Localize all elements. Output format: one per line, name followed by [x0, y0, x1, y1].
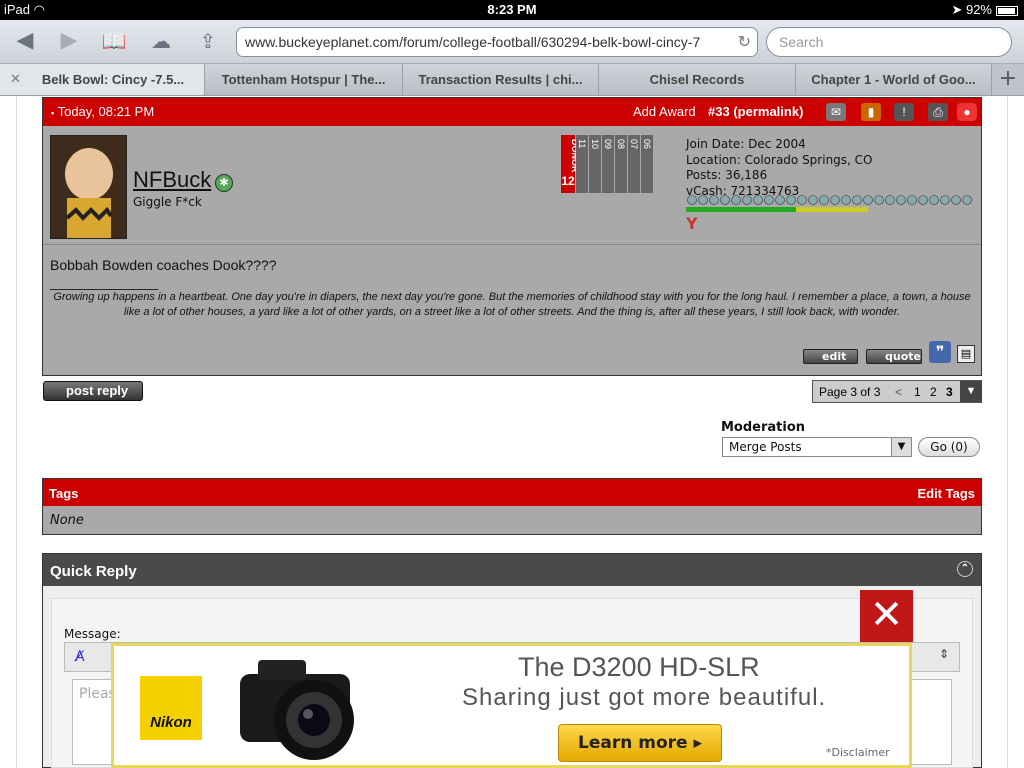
- post-message: Bobbah Bowden coaches Dook????: [50, 257, 277, 273]
- reputation-icons: Y: [686, 195, 972, 233]
- page-link-3[interactable]: 3: [946, 385, 953, 399]
- signature: Growing up happens in a heartbeat. One d…: [53, 291, 971, 318]
- tags-value: None: [50, 513, 84, 528]
- tab-tottenham[interactable]: Tottenham Hotspur | The...: [205, 64, 403, 95]
- moderate-icon[interactable]: ●: [957, 103, 977, 121]
- svg-text:Y: Y: [686, 214, 698, 233]
- share-icon[interactable]: ⇪: [193, 28, 223, 54]
- print-icon[interactable]: ⎙: [928, 103, 948, 121]
- tab-label: Belk Bowl: Cincy -7.5...: [41, 72, 185, 87]
- donor-year-current: 12: [561, 174, 575, 188]
- quick-reply-header: Quick Reply ⌃: [43, 554, 981, 586]
- donor-year: 10: [590, 139, 600, 149]
- icloud-tabs-icon[interactable]: ☁: [146, 28, 176, 54]
- close-tab-icon[interactable]: ✕: [10, 71, 21, 87]
- ad-disclaimer[interactable]: *Disclaimer: [826, 746, 890, 759]
- clock: 8:23 PM: [487, 2, 537, 17]
- tags-header: Tags Edit Tags: [43, 479, 981, 506]
- tab-belk-bowl[interactable]: ✕ Belk Bowl: Cincy -7.5...: [0, 64, 205, 95]
- permalink-link[interactable]: (permalink): [733, 104, 803, 119]
- page-menu-icon[interactable]: ▼: [960, 381, 982, 402]
- learn-more-button[interactable]: Learn more ▸: [558, 724, 722, 762]
- tags-panel: Tags Edit Tags None: [42, 478, 982, 535]
- page-navigation: Page 3 of 3 < 1 2 3 ▼: [812, 380, 982, 403]
- moderation-go-button[interactable]: Go (0): [918, 437, 980, 457]
- join-date: Join Date: Dec 2004: [686, 137, 806, 151]
- tab-label: Tottenham Hotspur | The...: [221, 72, 386, 87]
- username[interactable]: NFBuck: [133, 167, 211, 193]
- page-prev-link[interactable]: <: [895, 385, 902, 399]
- tab-bar: ✕ Belk Bowl: Cincy -7.5... Tottenham Hot…: [0, 64, 1024, 96]
- url-bar[interactable]: www.buckeyeplanet.com/forum/college-foot…: [236, 27, 758, 57]
- user-info: Join Date: Dec 2004 Location: Colorado S…: [686, 137, 873, 199]
- page-label: Page 3 of 3: [819, 385, 881, 399]
- post-count: Posts: 36,186: [686, 168, 768, 182]
- avatar-image: [51, 136, 126, 238]
- location: Location: Colorado Springs, CO: [686, 152, 873, 167]
- tab-label: Chisel Records: [649, 72, 745, 87]
- status-bar: iPad ◠ 8:23 PM ➤ 92%: [0, 0, 1024, 20]
- donor-badges: 12 DONOR 11 10 09 08 07 06: [561, 135, 653, 193]
- message-label: Message:: [64, 627, 121, 641]
- page-link-2[interactable]: 2: [930, 385, 937, 399]
- donor-year: 11: [577, 139, 587, 148]
- card-icon[interactable]: ▮: [861, 103, 881, 121]
- post-number[interactable]: #33 (permalink): [708, 104, 803, 119]
- forward-icon[interactable]: ▶: [54, 28, 84, 54]
- browser-toolbar: ◀ ▶ 📖 ☁ ⇪ www.buckeyeplanet.com/forum/co…: [0, 20, 1024, 64]
- user-title: Giggle F*ck: [133, 195, 202, 209]
- reply-quote-icon[interactable]: ▤: [957, 345, 975, 363]
- post-content: Bobbah Bowden coaches Dook???? _________…: [43, 244, 981, 375]
- post-date: ▪ Today, 08:21 PM: [51, 104, 155, 119]
- donor-year: 08: [616, 139, 626, 149]
- ad-tagline: Sharing just got more beautiful.: [462, 684, 827, 711]
- tab-world-of-goo[interactable]: Chapter 1 - World of Goo...: [796, 64, 992, 95]
- online-status-icon: ✱: [215, 174, 233, 192]
- warning-icon[interactable]: !: [894, 103, 914, 121]
- tab-chisel-records[interactable]: Chisel Records: [599, 64, 796, 95]
- url-text: www.buckeyeplanet.com/forum/college-foot…: [245, 34, 701, 50]
- bookmarks-icon[interactable]: 📖: [99, 28, 129, 54]
- resize-icon[interactable]: ⇕: [939, 647, 949, 661]
- donor-year: 06: [642, 139, 652, 149]
- back-icon[interactable]: ◀: [10, 28, 40, 54]
- battery-indicator: ➤ 92%: [951, 2, 1018, 18]
- battery-icon: [996, 5, 1018, 16]
- add-award-link[interactable]: Add Award: [633, 104, 696, 119]
- post-icon: ▪: [51, 108, 55, 118]
- nikon-ad[interactable]: Nikon The D3200 HD-SLR Sharing just got …: [111, 643, 912, 768]
- quick-reply-title: Quick Reply: [50, 563, 137, 580]
- moderation-label: Moderation: [721, 420, 806, 435]
- quote-button[interactable]: quote: [866, 349, 922, 364]
- avatar[interactable]: [50, 135, 127, 239]
- location-icon: ➤: [951, 2, 963, 17]
- page-link-1[interactable]: 1: [914, 385, 921, 399]
- post-header: ▪ Today, 08:21 PM Add Award #33 (permali…: [43, 98, 981, 126]
- camera-image: [240, 660, 354, 760]
- edit-button[interactable]: edit: [803, 349, 858, 364]
- tab-label: Chapter 1 - World of Goo...: [811, 72, 976, 87]
- donor-year: 09: [603, 139, 613, 149]
- forum-post: ▪ Today, 08:21 PM Add Award #33 (permali…: [42, 97, 982, 376]
- edit-tags-link[interactable]: Edit Tags: [917, 486, 975, 501]
- remove-format-icon[interactable]: A̸: [75, 649, 85, 665]
- nikon-logo: Nikon: [140, 676, 202, 740]
- post-reply-button[interactable]: post reply: [43, 381, 143, 401]
- close-ad-button[interactable]: ✕: [860, 590, 913, 642]
- search-input[interactable]: Search: [766, 27, 1012, 57]
- donor-year: 07: [629, 139, 639, 149]
- moderation-select[interactable]: Merge Posts ▼: [722, 437, 912, 457]
- tags-title: Tags: [49, 486, 79, 501]
- report-icon[interactable]: ✉: [826, 103, 846, 121]
- multiquote-icon[interactable]: ❞: [929, 341, 951, 363]
- moderation-selected: Merge Posts: [729, 440, 802, 454]
- ad-headline: The D3200 HD-SLR: [518, 652, 760, 682]
- tab-label: Transaction Results | chi...: [418, 72, 583, 87]
- signature-separator: __________________: [50, 276, 158, 290]
- new-tab-icon[interactable]: +: [992, 64, 1024, 95]
- chevron-down-icon: ▼: [891, 438, 911, 456]
- tab-transactions[interactable]: Transaction Results | chi...: [403, 64, 599, 95]
- collapse-icon[interactable]: ⌃: [957, 561, 973, 577]
- reload-icon[interactable]: ↻: [738, 32, 751, 52]
